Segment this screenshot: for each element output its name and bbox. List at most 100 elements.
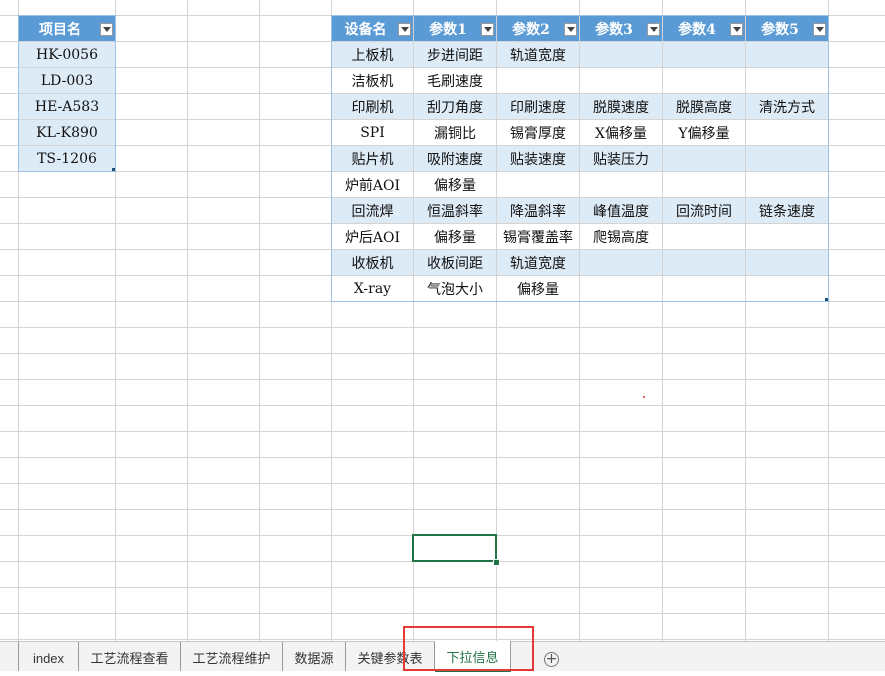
column-header[interactable]: 参数2 <box>497 16 579 41</box>
table-cell[interactable]: Y偏移量 <box>663 120 745 145</box>
active-cell-cursor[interactable] <box>412 534 497 562</box>
cell-text: 回流焊 <box>351 203 394 220</box>
table-row[interactable]: LD-003 <box>19 68 115 93</box>
table-cell[interactable] <box>746 172 828 197</box>
table-cell[interactable] <box>746 120 828 145</box>
table-cell[interactable] <box>746 146 828 171</box>
table-cell[interactable]: 峰值温度 <box>580 198 662 223</box>
cell-text: 参数3 <box>595 21 633 38</box>
grid-row-line <box>0 483 885 484</box>
table-resize-handle[interactable] <box>825 298 828 301</box>
cell-text: 参数2 <box>512 21 550 38</box>
table-cell[interactable] <box>663 224 745 249</box>
table-cell[interactable]: 印刷速度 <box>497 94 579 119</box>
table-cell[interactable]: 气泡大小 <box>414 276 496 301</box>
table-cell[interactable]: 锡膏厚度 <box>497 120 579 145</box>
table-cell[interactable] <box>497 172 579 197</box>
table-cell[interactable] <box>663 276 745 301</box>
chevron-down-icon[interactable] <box>730 23 743 36</box>
table-cell[interactable]: 贴装压力 <box>580 146 662 171</box>
table-cell[interactable]: X偏移量 <box>580 120 662 145</box>
table-cell[interactable] <box>580 172 662 197</box>
table-cell[interactable] <box>497 68 579 93</box>
table-cell[interactable]: 漏铜比 <box>414 120 496 145</box>
table-cell[interactable]: 毛刷速度 <box>414 68 496 93</box>
chevron-down-icon[interactable] <box>398 23 411 36</box>
table-cell[interactable]: 爬锡高度 <box>580 224 662 249</box>
table-cell[interactable] <box>580 68 662 93</box>
table-cell[interactable] <box>663 68 745 93</box>
fill-handle[interactable] <box>493 559 500 566</box>
table-cell[interactable] <box>580 42 662 67</box>
add-sheet-icon[interactable]: + <box>544 652 559 667</box>
table-cell[interactable]: 恒温斜率 <box>414 198 496 223</box>
table-cell[interactable]: 收板机 <box>332 250 413 275</box>
table-cell[interactable]: 吸附速度 <box>414 146 496 171</box>
table-cell[interactable]: 洁板机 <box>332 68 413 93</box>
sheet-tab-data-source[interactable]: 数据源 <box>283 642 346 671</box>
cell-text: 偏移量 <box>434 229 476 246</box>
table-cell[interactable] <box>746 42 828 67</box>
table-cell[interactable] <box>580 276 662 301</box>
column-header[interactable]: 参数5 <box>746 16 828 41</box>
table-cell[interactable]: X-ray <box>332 276 413 301</box>
table-row[interactable]: HE-A583 <box>19 94 115 119</box>
table-cell[interactable]: 锡膏覆盖率 <box>497 224 579 249</box>
sheet-tab-index[interactable]: index <box>18 642 79 671</box>
table-cell[interactable]: 回流时间 <box>663 198 745 223</box>
table-row[interactable]: TS-1206 <box>19 146 115 171</box>
table-cell[interactable]: 轨道宽度 <box>497 42 579 67</box>
column-header[interactable]: 参数1 <box>414 16 496 41</box>
table-cell[interactable]: 印刷机 <box>332 94 413 119</box>
table-resize-handle[interactable] <box>112 168 115 171</box>
sheet-tab-dropdown-info[interactable]: 下拉信息 <box>435 641 511 672</box>
table-cell[interactable] <box>746 68 828 93</box>
table-cell[interactable]: 贴片机 <box>332 146 413 171</box>
table-cell[interactable]: 炉前AOI <box>332 172 413 197</box>
table-cell[interactable]: 脱膜速度 <box>580 94 662 119</box>
table-cell[interactable]: 降温斜率 <box>497 198 579 223</box>
table-cell[interactable] <box>746 276 828 301</box>
table-cell[interactable] <box>663 146 745 171</box>
column-header[interactable]: 参数4 <box>663 16 745 41</box>
chevron-down-icon[interactable] <box>647 23 660 36</box>
chevron-down-icon[interactable] <box>813 23 826 36</box>
chevron-down-icon[interactable] <box>100 23 113 36</box>
cell-text: X-ray <box>353 280 392 297</box>
table-cell[interactable] <box>663 42 745 67</box>
chevron-down-icon[interactable] <box>564 23 577 36</box>
table-cell[interactable]: 脱膜高度 <box>663 94 745 119</box>
table-cell[interactable]: 清洗方式 <box>746 94 828 119</box>
table-cell[interactable]: 偏移量 <box>414 224 496 249</box>
column-header[interactable]: 设备名 <box>332 16 413 41</box>
table-cell[interactable]: 步进间距 <box>414 42 496 67</box>
table-cell[interactable]: 炉后AOI <box>332 224 413 249</box>
table-row[interactable]: HK-0056 <box>19 42 115 67</box>
sheet-tab-process-view[interactable]: 工艺流程查看 <box>79 642 181 671</box>
table-cell[interactable]: 偏移量 <box>497 276 579 301</box>
table-cell[interactable]: 回流焊 <box>332 198 413 223</box>
worksheet-grid[interactable]: 项目名 HK-0056 LD-003 HE-A583 KL-K890 TS-1206 设备名… <box>0 0 885 641</box>
column-header[interactable]: 参数3 <box>580 16 662 41</box>
table-cell[interactable] <box>663 250 745 275</box>
table-cell[interactable]: 链条速度 <box>746 198 828 223</box>
table-cell[interactable]: 上板机 <box>332 42 413 67</box>
sheet-tab-process-maintain[interactable]: 工艺流程维护 <box>181 642 283 671</box>
table-cell[interactable] <box>746 224 828 249</box>
table-cell[interactable]: SPI <box>332 120 413 145</box>
table-cell[interactable] <box>580 250 662 275</box>
table-cell[interactable]: 贴装速度 <box>497 146 579 171</box>
table-cell[interactable] <box>663 172 745 197</box>
table-row[interactable]: KL-K890 <box>19 120 115 145</box>
sheet-tab-key-params[interactable]: 关键参数表 <box>346 642 435 671</box>
table-cell[interactable]: 刮刀角度 <box>414 94 496 119</box>
cell-text: 轨道宽度 <box>510 47 566 64</box>
chevron-down-icon[interactable] <box>481 23 494 36</box>
cell-text: 降温斜率 <box>510 203 566 220</box>
column-header-project-name[interactable]: 项目名 <box>19 16 115 41</box>
table-cell[interactable]: 偏移量 <box>414 172 496 197</box>
table-cell[interactable]: 收板间距 <box>414 250 496 275</box>
table-cell[interactable] <box>746 250 828 275</box>
cell-text: 上板机 <box>351 47 394 64</box>
table-cell[interactable]: 轨道宽度 <box>497 250 579 275</box>
